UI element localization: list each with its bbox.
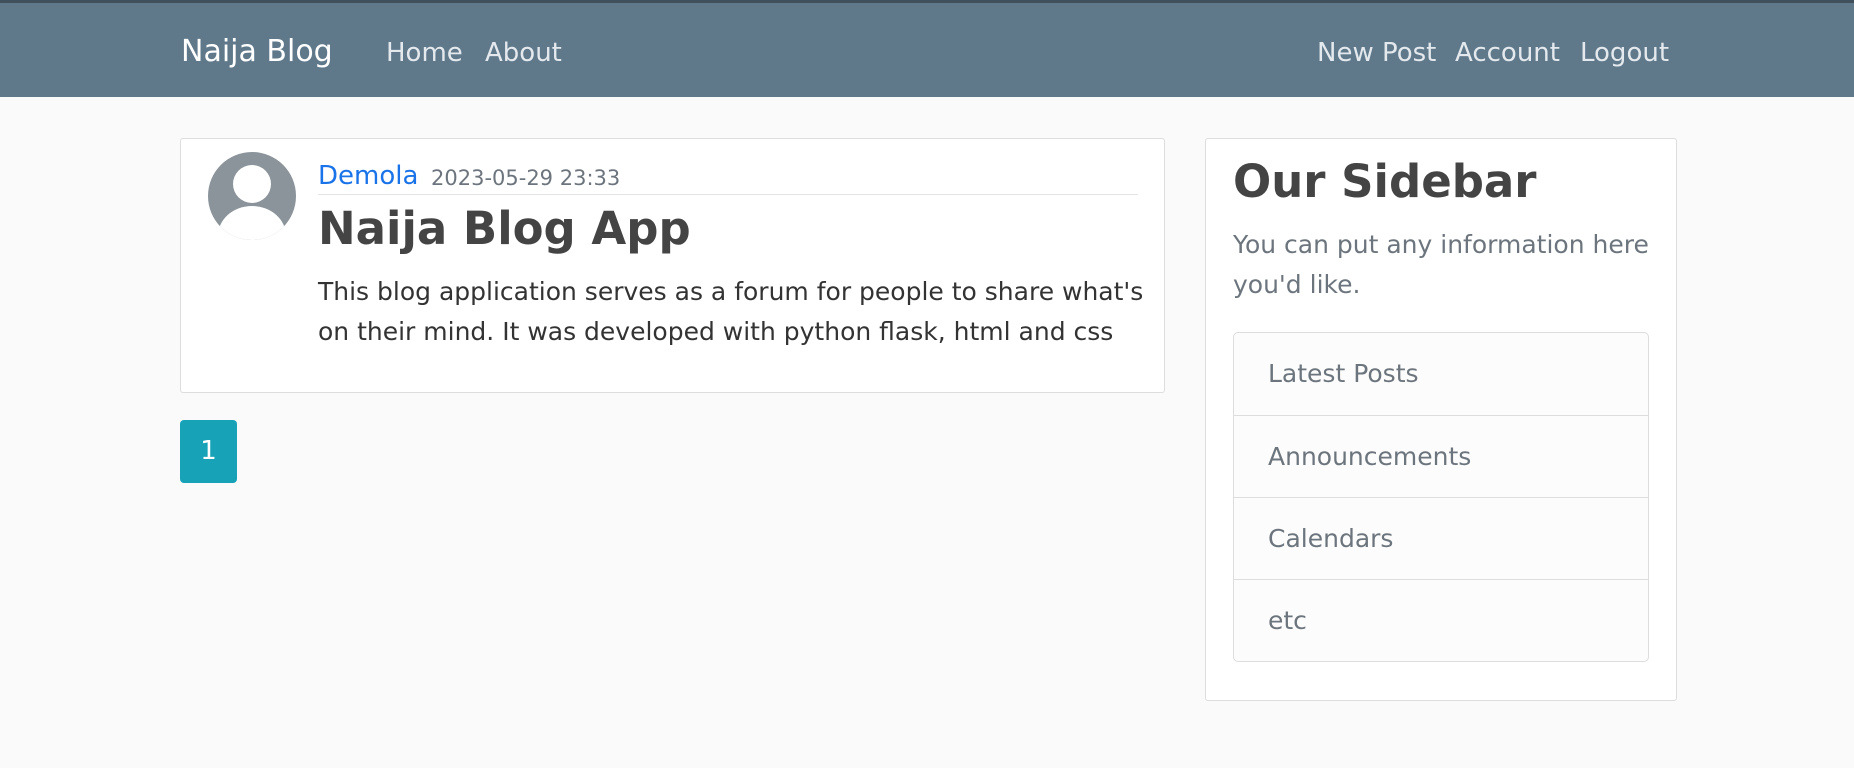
nav-link-home[interactable]: Home [386,36,463,70]
top-navbar: Naija Blog Home About New Post Account L… [0,0,1854,97]
user-silhouette-icon [218,165,286,240]
user-avatar-icon [208,152,296,240]
sidebar-item-latest-posts[interactable]: Latest Posts [1234,333,1648,415]
nav-link-account[interactable]: Account [1455,36,1560,70]
nav-link-logout[interactable]: Logout [1580,36,1669,70]
brand-link[interactable]: Naija Blog [181,32,333,72]
post-title-link[interactable]: Naija Blog App [318,201,691,257]
nav-link-new-post[interactable]: New Post [1317,36,1436,70]
sidebar-title: Our Sidebar [1233,155,1537,208]
post-meta-divider [318,194,1138,195]
post-author-link[interactable]: Demola [318,159,418,193]
sidebar: Our Sidebar You can put any information … [1205,138,1677,701]
sidebar-list: Latest Posts Announcements Calendars etc [1233,332,1649,662]
sidebar-item-calendars[interactable]: Calendars [1234,497,1648,579]
post-date: 2023-05-29 23:33 [431,166,621,190]
sidebar-item-etc[interactable]: etc [1234,579,1648,661]
sidebar-description: You can put any information here you'd l… [1233,230,1649,299]
nav-link-about[interactable]: About [485,36,562,70]
pagination-page-1[interactable]: 1 [180,420,237,483]
sidebar-item-announcements[interactable]: Announcements [1234,415,1648,497]
post-card: Demola 2023-05-29 23:33 Naija Blog App T… [180,138,1165,393]
post-content: This blog application serves as a forum … [318,277,1144,346]
